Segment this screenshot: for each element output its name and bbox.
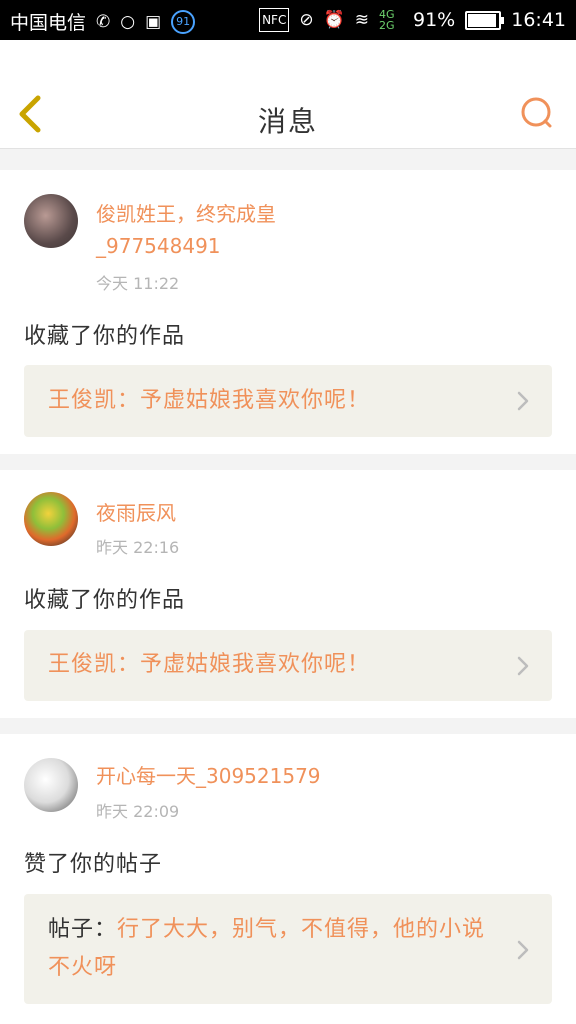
vibrate-off-icon: ⊘ <box>299 10 314 30</box>
app-header: 消息 <box>0 40 576 149</box>
status-bar: 中国电信 ✆ ○ ▣ 91 NFC ⊘ ⏰ ≋ 4G 2G 91% 16:41 <box>0 0 576 40</box>
message-card: 夜雨辰风 昨天 22:16 收藏了你的作品 王俊凯：予虚姑娘我喜欢你呢！ <box>0 470 576 718</box>
action-text: 赞了你的帖子 <box>24 852 163 877</box>
message-card: 开心每一天_309521579 昨天 22:09 赞了你的帖子 帖子：行了大大，… <box>0 734 576 1024</box>
battery-percent: 91% <box>413 9 456 31</box>
avatar[interactable] <box>24 758 78 812</box>
quote-text-wrap: 帖子：行了大大，别气，不值得，他的小说不火呀 <box>48 911 492 987</box>
timestamp: 昨天 22:16 <box>96 538 180 557</box>
search-button[interactable] <box>516 94 556 134</box>
chevron-right-icon <box>517 391 529 411</box>
network-type: 4G 2G <box>379 8 395 32</box>
quote-text: 王俊凯：予虚姑娘我喜欢你呢！ <box>48 388 371 413</box>
page-title: 消息 <box>257 105 318 138</box>
quoted-content[interactable]: 帖子：行了大大，别气，不值得，他的小说不火呀 <box>24 894 552 1004</box>
quoted-content[interactable]: 王俊凯：予虚姑娘我喜欢你呢！ <box>24 630 552 701</box>
chevron-right-icon <box>517 940 529 960</box>
battery-icon <box>465 10 505 30</box>
avatar[interactable] <box>24 492 78 546</box>
quote-text-wrap: 王俊凯：予虚姑娘我喜欢你呢！ <box>48 382 492 420</box>
carrier-label: 中国电信 <box>10 12 87 34</box>
alarm-icon: ⏰ <box>323 10 345 30</box>
quote-prefix: 帖子： <box>48 917 118 942</box>
search-icon <box>521 97 552 128</box>
message-card: 俊凯姓王，终究成皇_977548491 今天 11:22 收藏了你的作品 王俊凯… <box>0 170 576 454</box>
wifi-icon: ≋ <box>354 10 369 30</box>
chevron-right-icon <box>517 656 529 676</box>
clock: 16:41 <box>511 9 566 31</box>
username[interactable]: 俊凯姓王，终究成皇_977548491 <box>96 198 326 262</box>
avatar[interactable] <box>24 194 78 248</box>
missed-call-icon: ✆ <box>96 11 111 32</box>
chat-icon: ○ <box>120 11 136 32</box>
quote-text: 王俊凯：予虚姑娘我喜欢你呢！ <box>48 652 371 677</box>
quoted-content[interactable]: 王俊凯：予虚姑娘我喜欢你呢！ <box>24 365 552 437</box>
quote-text-wrap: 王俊凯：予虚姑娘我喜欢你呢！ <box>48 646 492 684</box>
nfc-icon: NFC <box>259 8 290 32</box>
notification-badge: 91 <box>171 9 196 34</box>
timestamp: 昨天 22:09 <box>96 802 180 821</box>
username[interactable]: 夜雨辰风 <box>96 497 326 529</box>
timestamp: 今天 11:22 <box>96 274 180 293</box>
action-text: 收藏了你的作品 <box>24 324 186 349</box>
action-text: 收藏了你的作品 <box>24 588 186 613</box>
image-icon: ▣ <box>145 11 162 32</box>
username[interactable]: 开心每一天_309521579 <box>96 760 396 792</box>
